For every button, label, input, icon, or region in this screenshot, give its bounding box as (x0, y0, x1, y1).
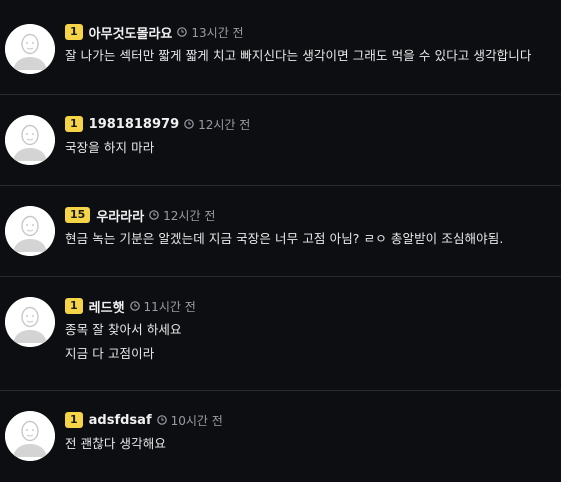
comment-item: 1 레드햇 11시간 전 종목 잘 찾아서 하세요 지금 다 고점이라 (0, 277, 561, 390)
avatar[interactable] (5, 297, 55, 347)
avatar[interactable] (5, 115, 55, 165)
default-user-avatar-icon (5, 206, 55, 256)
default-user-avatar-icon (5, 24, 55, 74)
timestamp: 12시간 전 (163, 208, 216, 223)
nickname[interactable]: 우라라라 (96, 206, 144, 225)
comment-text: 종목 잘 찾아서 하세요 (65, 322, 182, 337)
comment-meta: 1 1981818979 12시간 전 (65, 115, 250, 133)
clock-icon (149, 210, 159, 220)
timestamp: 11시간 전 (143, 299, 196, 314)
clock-icon (129, 301, 140, 311)
comment-item: 15 우라라라 12시간 전 현금 녹는 기분은 알겠는데 지금 국장은 너무 … (0, 186, 561, 276)
comment-text: 전 괜찮다 생각해요 (65, 436, 166, 451)
level-badge: 15 (65, 207, 91, 223)
level-badge: 1 (65, 24, 83, 40)
comment-list: 1 아무것도몰라요 13시간 전 잘 나가는 섹터만 짧게 짧게 치고 빠지신다… (0, 0, 561, 482)
clock-icon (156, 415, 167, 425)
nickname[interactable]: 1981818979 (89, 117, 179, 132)
comment-meta: 1 adsfdsaf 10시간 전 (65, 411, 223, 429)
comment-item: 1 아무것도몰라요 13시간 전 잘 나가는 섹터만 짧게 짧게 치고 빠지신다… (0, 0, 561, 94)
clock-icon (184, 119, 194, 129)
avatar[interactable] (5, 24, 55, 74)
timestamp: 10시간 전 (170, 413, 223, 428)
level-badge: 1 (65, 116, 83, 132)
nickname[interactable]: adsfdsaf (89, 413, 152, 428)
timestamp: 13시간 전 (191, 25, 244, 40)
avatar[interactable] (5, 206, 55, 256)
comment-text: 잘 나가는 섹터만 짧게 짧게 치고 빠지신다는 생각이면 그래도 먹을 수 있… (65, 48, 532, 63)
default-user-avatar-icon (5, 115, 55, 165)
clock-icon (177, 27, 188, 37)
comment-meta: 1 아무것도몰라요 13시간 전 (65, 23, 244, 42)
default-user-avatar-icon (5, 411, 55, 461)
timestamp: 12시간 전 (198, 117, 251, 132)
level-badge: 1 (65, 412, 83, 428)
nickname[interactable]: 아무것도몰라요 (89, 23, 173, 42)
comment-item: 1 adsfdsaf 10시간 전 전 괜찮다 생각해요 (0, 391, 561, 482)
comment-meta: 1 레드햇 11시간 전 (65, 297, 196, 316)
nickname[interactable]: 레드햇 (89, 297, 125, 316)
comment-item: 1 1981818979 12시간 전 국장을 하지 마라 (0, 95, 561, 185)
comment-text: 국장을 하지 마라 (65, 140, 155, 155)
comment-meta: 15 우라라라 12시간 전 (65, 206, 216, 225)
level-badge: 1 (65, 298, 83, 314)
comment-text: 지금 다 고점이라 (65, 346, 155, 361)
comment-text: 현금 녹는 기분은 알겠는데 지금 국장은 너무 고점 아님? ㄹㅇ 총알받이 … (65, 231, 504, 246)
avatar[interactable] (5, 411, 55, 461)
default-user-avatar-icon (5, 297, 55, 347)
